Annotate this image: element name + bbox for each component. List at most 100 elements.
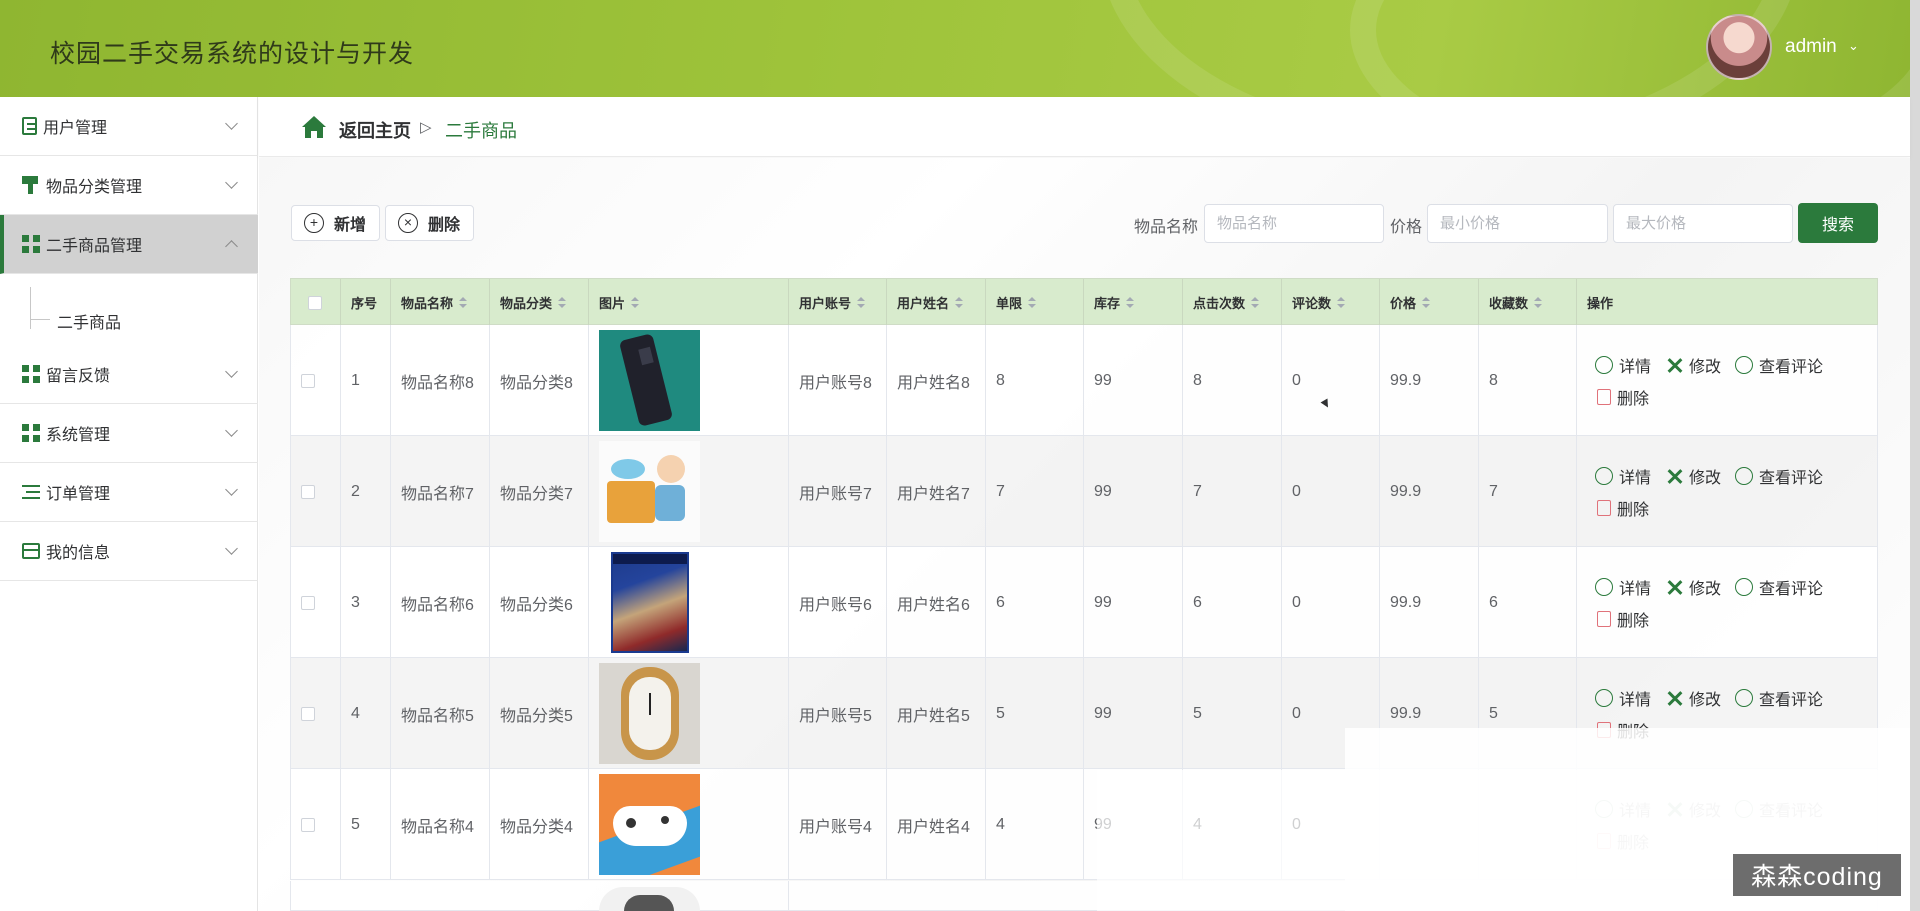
- actions-line: 详情 修改 查看评论: [1595, 353, 1875, 379]
- cell-name: 物品名称6: [391, 547, 490, 658]
- sidebar-item-label: 系统管理: [46, 427, 111, 444]
- sort-icon[interactable]: [857, 296, 866, 309]
- min-price-input[interactable]: [1427, 204, 1608, 243]
- sort-icon[interactable]: [1534, 296, 1543, 309]
- edit-button[interactable]: 修改: [1665, 686, 1721, 710]
- row-delete-button[interactable]: 删除: [1595, 496, 1649, 520]
- cell-clicks: 7: [1183, 436, 1282, 547]
- edit-button[interactable]: 修改: [1665, 464, 1721, 488]
- row-delete-button-label: 删除: [1617, 613, 1650, 630]
- select-all-cell: [291, 279, 341, 326]
- sort-icon[interactable]: [1126, 296, 1135, 309]
- edit-button[interactable]: 修改: [1665, 353, 1721, 377]
- row-checkbox[interactable]: [301, 484, 315, 499]
- row-checkbox[interactable]: [301, 373, 315, 388]
- row-delete-button[interactable]: 删除: [1595, 385, 1649, 409]
- detail-button[interactable]: 详情: [1595, 686, 1651, 710]
- cell-username: 用户姓名4: [887, 769, 986, 880]
- row-checkbox[interactable]: [301, 595, 315, 610]
- sort-icon[interactable]: [459, 296, 468, 309]
- edit-button[interactable]: 修改: [1665, 575, 1721, 599]
- product-image[interactable]: [599, 663, 700, 764]
- detail-button[interactable]: 详情: [1595, 353, 1651, 377]
- sort-icon[interactable]: [558, 296, 567, 309]
- checkbox-cell: [291, 658, 341, 769]
- column-header[interactable]: 库存: [1084, 279, 1183, 326]
- sort-icon[interactable]: [631, 296, 640, 309]
- tree-line: [30, 287, 31, 329]
- table-row[interactable]: 3 物品名称6 物品分类6 用户账号6 用户姓名6 6 99 6 0 99.9 6 详情 修改 查看评论删…: [290, 547, 1878, 658]
- home-icon[interactable]: [301, 115, 327, 139]
- scrollbar[interactable]: [1910, 0, 1920, 911]
- chevron-down-icon[interactable]: ⌄: [1848, 38, 1859, 54]
- actions-line: 删除: [1595, 385, 1875, 410]
- view-comments-button[interactable]: 查看评论: [1735, 464, 1823, 488]
- row-delete-button-label: 删除: [1617, 391, 1650, 408]
- cell-username: 用户姓名5: [887, 658, 986, 769]
- product-image[interactable]: [599, 330, 700, 431]
- close-circle-icon: ×: [398, 213, 418, 233]
- column-header[interactable]: 物品分类: [490, 279, 589, 326]
- column-header[interactable]: 用户账号: [789, 279, 887, 326]
- list-icon: [22, 483, 40, 501]
- delete-button[interactable]: × 删除: [385, 205, 474, 241]
- sidebar-item-goods[interactable]: 二手商品管理: [0, 215, 258, 274]
- breadcrumb-home[interactable]: 返回主页: [339, 117, 411, 143]
- chevron-down-icon: [225, 483, 238, 496]
- row-checkbox[interactable]: [301, 706, 315, 721]
- sidebar-item-system[interactable]: 系统管理: [0, 404, 258, 463]
- sidebar-item-users[interactable]: 用户管理: [0, 97, 258, 156]
- product-image[interactable]: [599, 552, 700, 653]
- column-header[interactable]: 序号: [341, 279, 391, 326]
- sidebar-item-profile[interactable]: 我的信息: [0, 522, 258, 581]
- column-header-label: 单限: [996, 296, 1023, 311]
- add-button[interactable]: + 新增: [291, 205, 380, 241]
- column-header[interactable]: 收藏数: [1479, 279, 1577, 326]
- row-checkbox[interactable]: [301, 817, 315, 832]
- sidebar-item-categories[interactable]: 物品分类管理: [0, 156, 258, 215]
- checkbox-cell: [291, 325, 341, 436]
- sort-icon[interactable]: [955, 296, 964, 309]
- column-header[interactable]: 用户姓名: [887, 279, 986, 326]
- cell-comments: 0: [1282, 436, 1380, 547]
- cell-stock: 99: [1084, 325, 1183, 436]
- detail-button[interactable]: 详情: [1595, 575, 1651, 599]
- sidebar-subitem-goods[interactable]: 二手商品: [0, 287, 258, 345]
- column-header[interactable]: 单限: [986, 279, 1084, 326]
- view-comments-button[interactable]: 查看评论: [1735, 575, 1823, 599]
- row-delete-button[interactable]: 删除: [1595, 607, 1649, 631]
- image-cell: [589, 881, 789, 911]
- view-comments-button[interactable]: 查看评论: [1735, 686, 1823, 710]
- view-comments-button[interactable]: 查看评论: [1735, 353, 1823, 377]
- sort-icon[interactable]: [1028, 296, 1037, 309]
- max-price-input[interactable]: [1613, 204, 1793, 243]
- cell-limit: 5: [986, 658, 1084, 769]
- sidebar-item-label: 二手商品管理: [46, 238, 143, 255]
- sort-icon[interactable]: [1422, 296, 1431, 309]
- column-header[interactable]: 物品名称: [391, 279, 490, 326]
- tools-icon: [1665, 689, 1683, 707]
- column-header[interactable]: 点击次数: [1183, 279, 1282, 326]
- column-header[interactable]: 价格: [1380, 279, 1479, 326]
- search-name-input[interactable]: [1204, 204, 1384, 243]
- avatar[interactable]: [1706, 14, 1772, 80]
- product-image[interactable]: [599, 441, 700, 542]
- product-image[interactable]: [599, 774, 700, 875]
- table-row[interactable]: 2 物品名称7 物品分类7 用户账号7 用户姓名7 7 99 7 0 99.9 7 详情 修改 查看评论删…: [290, 436, 1878, 547]
- actions-line: 删除: [1595, 496, 1875, 521]
- sort-icon[interactable]: [1337, 296, 1346, 309]
- sidebar-item-label: 订单管理: [46, 486, 111, 503]
- cell-username: 用户姓名7: [887, 436, 986, 547]
- column-header[interactable]: 评论数: [1282, 279, 1380, 326]
- search-button[interactable]: 搜索: [1798, 203, 1878, 243]
- column-header[interactable]: 图片: [589, 279, 789, 326]
- table-row[interactable]: 1 物品名称8 物品分类8 用户账号8 用户姓名8 8 99 8 0 99.9 8 详情 修改 查看评论删…: [290, 325, 1878, 436]
- sort-icon[interactable]: [1251, 296, 1260, 309]
- column-header-label: 物品名称: [401, 296, 454, 311]
- select-all-checkbox[interactable]: [308, 295, 322, 310]
- detail-button[interactable]: 详情: [1595, 464, 1651, 488]
- sidebar-item-orders[interactable]: 订单管理: [0, 463, 258, 522]
- sidebar-item-feedback[interactable]: 留言反馈: [0, 345, 258, 404]
- user-menu[interactable]: admin: [1785, 36, 1837, 58]
- product-image: [599, 887, 700, 911]
